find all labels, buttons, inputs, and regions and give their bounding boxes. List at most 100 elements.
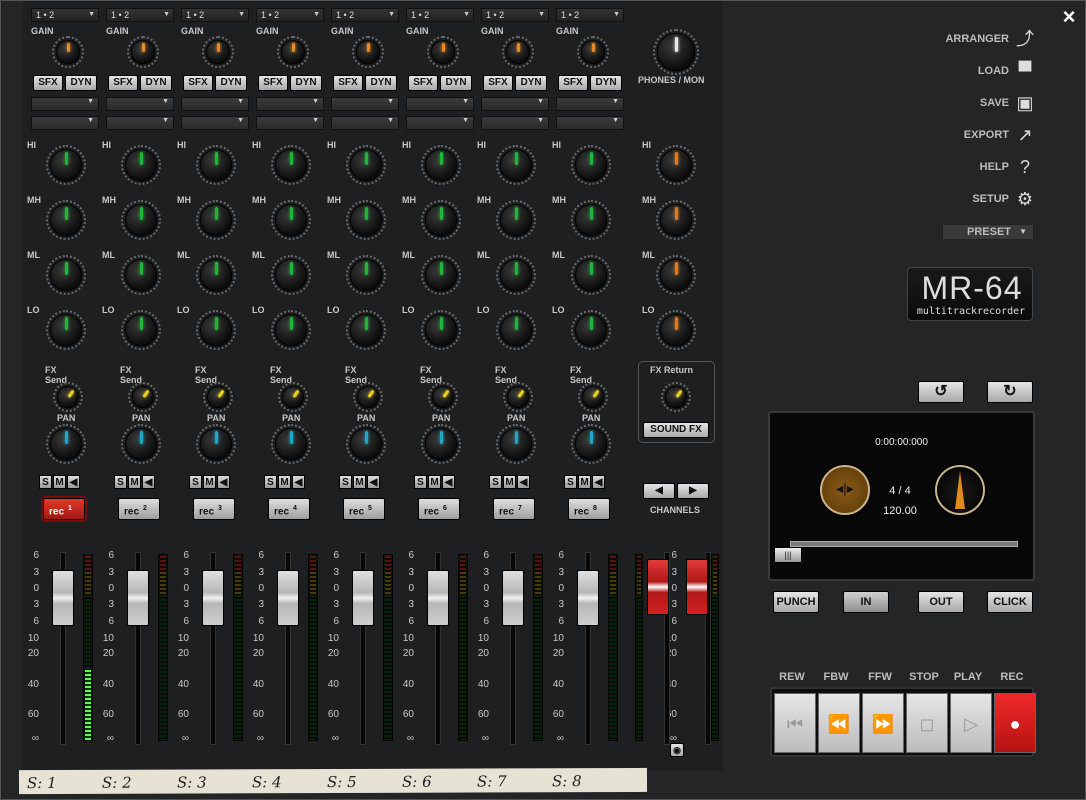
pan-knob[interactable] bbox=[351, 429, 381, 459]
eq-mh-knob[interactable] bbox=[276, 205, 306, 235]
position-slider[interactable] bbox=[790, 541, 1018, 547]
phones-monitor-knob[interactable] bbox=[658, 34, 694, 70]
volume-fader[interactable] bbox=[52, 569, 74, 626]
insert-slot-2[interactable] bbox=[331, 116, 399, 130]
gears-icon[interactable]: ⚙ bbox=[1015, 189, 1035, 209]
eq-mh-knob[interactable] bbox=[426, 205, 456, 235]
sfx-button[interactable]: SFX bbox=[108, 75, 138, 91]
strip-name[interactable]: S: 1 bbox=[27, 774, 57, 792]
speaker-icon[interactable]: ◀ bbox=[517, 475, 530, 489]
fx-send-knob[interactable] bbox=[208, 387, 228, 407]
input-select[interactable]: 1 • 2 bbox=[331, 8, 399, 22]
speaker-icon[interactable]: ◀ bbox=[367, 475, 380, 489]
volume-fader[interactable] bbox=[202, 569, 224, 626]
record-arm-button[interactable]: rec 1 bbox=[43, 498, 85, 520]
insert-slot-1[interactable] bbox=[256, 97, 324, 111]
mute-button[interactable]: M bbox=[428, 475, 441, 489]
insert-slot-1[interactable] bbox=[31, 97, 99, 111]
eq-mh-knob[interactable] bbox=[576, 205, 606, 235]
eq-mh-knob[interactable] bbox=[201, 205, 231, 235]
mute-button[interactable]: M bbox=[503, 475, 516, 489]
eq-hi-knob[interactable] bbox=[51, 150, 81, 180]
mute-button[interactable]: M bbox=[203, 475, 216, 489]
eq-lo-knob[interactable] bbox=[501, 315, 531, 345]
solo-button[interactable]: S bbox=[264, 475, 277, 489]
pan-knob[interactable] bbox=[276, 429, 306, 459]
punch-out-button[interactable]: OUT bbox=[918, 591, 964, 613]
speaker-icon[interactable]: ◀ bbox=[592, 475, 605, 489]
sound-fx-button[interactable]: SOUND FX bbox=[643, 422, 709, 438]
strip-name[interactable]: S: 2 bbox=[102, 774, 132, 792]
eq-hi-knob[interactable] bbox=[576, 150, 606, 180]
insert-slot-1[interactable] bbox=[556, 97, 624, 111]
speaker-icon[interactable]: ◀ bbox=[217, 475, 230, 489]
input-select[interactable]: 1 • 2 bbox=[406, 8, 474, 22]
arranger-icon[interactable]: ⤴ bbox=[1015, 29, 1035, 49]
channels-next-button[interactable]: ▶ bbox=[677, 483, 709, 499]
menu-setup-button[interactable]: SETUP bbox=[972, 193, 1009, 205]
gain-knob[interactable] bbox=[207, 41, 229, 63]
mute-button[interactable]: M bbox=[53, 475, 66, 489]
strip-name[interactable]: S: 6 bbox=[402, 773, 432, 791]
strip-name[interactable]: S: 5 bbox=[327, 773, 357, 791]
fx-send-knob[interactable] bbox=[133, 387, 153, 407]
mute-button[interactable]: M bbox=[278, 475, 291, 489]
insert-slot-2[interactable] bbox=[106, 116, 174, 130]
pan-knob[interactable] bbox=[501, 429, 531, 459]
eq-ml-knob[interactable] bbox=[501, 260, 531, 290]
strip-name[interactable]: S: 4 bbox=[252, 773, 282, 791]
insert-slot-2[interactable] bbox=[406, 116, 474, 130]
sfx-button[interactable]: SFX bbox=[333, 75, 363, 91]
strip-name[interactable]: S: 8 bbox=[552, 772, 582, 790]
eq-mh-knob[interactable] bbox=[126, 205, 156, 235]
eq-mh-knob[interactable] bbox=[501, 205, 531, 235]
record-arm-button[interactable]: rec 7 bbox=[493, 498, 535, 520]
insert-slot-2[interactable] bbox=[481, 116, 549, 130]
strip-name[interactable]: S: 7 bbox=[477, 772, 507, 790]
eq-ml-knob[interactable] bbox=[576, 260, 606, 290]
pan-knob[interactable] bbox=[576, 429, 606, 459]
record-arm-button[interactable]: rec 2 bbox=[118, 498, 160, 520]
pan-knob[interactable] bbox=[426, 429, 456, 459]
gain-knob[interactable] bbox=[582, 41, 604, 63]
folder-icon[interactable]: ▀ bbox=[1015, 61, 1035, 81]
stop-button[interactable]: ◻ bbox=[906, 693, 948, 753]
record-arm-button[interactable]: rec 5 bbox=[343, 498, 385, 520]
fx-send-knob[interactable] bbox=[58, 387, 78, 407]
record-button[interactable]: ● bbox=[994, 693, 1036, 753]
tempo-knob[interactable] bbox=[935, 465, 985, 515]
eq-lo-knob[interactable] bbox=[576, 315, 606, 345]
menu-save-button[interactable]: SAVE bbox=[980, 97, 1009, 109]
sfx-button[interactable]: SFX bbox=[183, 75, 213, 91]
gain-knob[interactable] bbox=[57, 41, 79, 63]
menu-export-button[interactable]: EXPORT bbox=[964, 129, 1009, 141]
eq-mh-knob[interactable] bbox=[51, 205, 81, 235]
click-button[interactable]: CLICK bbox=[987, 591, 1033, 613]
solo-button[interactable]: S bbox=[564, 475, 577, 489]
solo-button[interactable]: S bbox=[114, 475, 127, 489]
gain-knob[interactable] bbox=[432, 41, 454, 63]
tempo-display[interactable]: 120.00 bbox=[875, 505, 925, 517]
channels-prev-button[interactable]: ◀ bbox=[643, 483, 675, 499]
eq-hi-knob[interactable] bbox=[276, 150, 306, 180]
fast-forward-button[interactable]: ⏩ bbox=[862, 693, 904, 753]
fx-send-knob[interactable] bbox=[433, 387, 453, 407]
master-fader-right[interactable] bbox=[686, 559, 708, 615]
speaker-icon[interactable]: ◀ bbox=[292, 475, 305, 489]
dyn-button[interactable]: DYN bbox=[515, 75, 547, 91]
fx-send-knob[interactable] bbox=[583, 387, 603, 407]
record-arm-button[interactable]: rec 8 bbox=[568, 498, 610, 520]
eq-lo-knob[interactable] bbox=[201, 315, 231, 345]
volume-fader[interactable] bbox=[127, 569, 149, 626]
eq-hi-knob[interactable] bbox=[351, 150, 381, 180]
insert-slot-1[interactable] bbox=[106, 97, 174, 111]
play-button[interactable]: ▷ bbox=[950, 693, 992, 753]
punch-in-button[interactable]: IN bbox=[843, 591, 889, 613]
fx-send-knob[interactable] bbox=[283, 387, 303, 407]
gain-knob[interactable] bbox=[282, 41, 304, 63]
mute-button[interactable]: M bbox=[578, 475, 591, 489]
eq-lo-knob[interactable] bbox=[426, 315, 456, 345]
dyn-button[interactable]: DYN bbox=[140, 75, 172, 91]
fx-return-knob[interactable] bbox=[666, 387, 686, 407]
gain-knob[interactable] bbox=[507, 41, 529, 63]
